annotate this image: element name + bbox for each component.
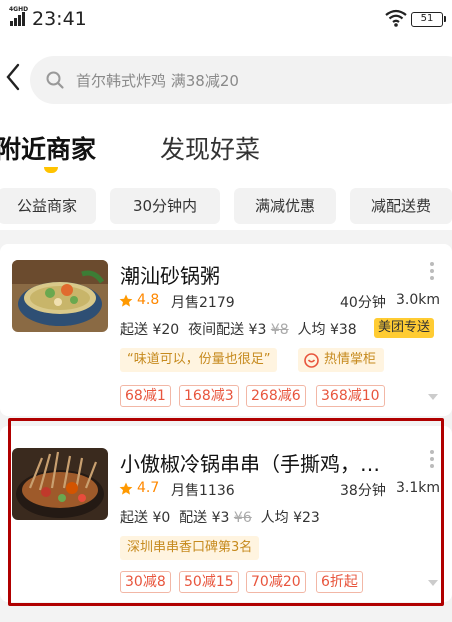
original-delivery-fee: ¥6: [233, 510, 252, 526]
delivery-time: 40分钟: [340, 295, 386, 311]
more-options-icon[interactable]: [428, 262, 436, 282]
tab-active-indicator: [44, 167, 58, 173]
filter-bar: 公益商家 30分钟内 满减优惠 减配送费: [0, 188, 452, 224]
hot-tag: 热情掌柜: [298, 348, 385, 372]
chevron-down-icon[interactable]: [428, 580, 438, 586]
distance: 3.1km: [396, 480, 441, 496]
filter-reduced-delivery[interactable]: 减配送费: [350, 188, 452, 224]
promo-tag: 168减3: [179, 385, 239, 407]
clock: 23:41: [32, 8, 87, 30]
filter-within-30-min[interactable]: 30分钟内: [110, 188, 220, 224]
promo-tag: 50减15: [179, 571, 239, 593]
meituan-delivery-badge: 美团专送: [374, 318, 435, 338]
filter-charity-stores[interactable]: 公益商家: [0, 188, 96, 224]
signal-icon: 4GHD: [9, 6, 28, 26]
search-icon: [46, 71, 64, 89]
filter-discounts[interactable]: 满减优惠: [234, 188, 336, 224]
back-arrow-icon[interactable]: [4, 62, 22, 92]
hot-tag-label: 热情掌柜: [324, 352, 377, 367]
store-name: 潮汕砂锅粥: [120, 264, 220, 288]
delivery-fee: ¥3: [211, 510, 230, 526]
store-thumbnail: [12, 260, 108, 332]
promo-tag: 30减8: [120, 571, 171, 593]
star-icon: [119, 294, 133, 307]
wifi-icon: [385, 9, 407, 27]
chat-icon: [304, 353, 319, 368]
store-name: 小傲椒冷锅串串（手撕鸡，…: [120, 452, 380, 476]
chevron-down-icon[interactable]: [428, 394, 438, 400]
rating: 4.7: [137, 480, 160, 496]
delivery-time: 38分钟: [340, 483, 386, 499]
monthly-sales: 月售1136: [171, 483, 235, 499]
promo-tag: 368减10: [316, 385, 385, 407]
store-thumbnail: [12, 448, 108, 520]
min-order: 起送 ¥20: [120, 322, 180, 338]
distance: 3.0km: [396, 292, 441, 308]
delivery-info: 起送 ¥20 夜间配送 ¥3 ¥8 人均 ¥38: [120, 319, 357, 339]
promo-tag: 6折起: [316, 571, 363, 593]
delivery-fee: ¥3: [248, 322, 267, 338]
rating: 4.8: [137, 292, 160, 308]
store-card[interactable]: 小傲椒冷锅串串（手撕鸡，… 4.7 月售1136 38分钟 3.1km 起送 ¥…: [0, 426, 452, 602]
delivery-info: 起送 ¥0 配送 ¥3 ¥6 人均 ¥23: [120, 507, 320, 527]
delivery-label: 配送: [179, 510, 208, 526]
header: 首尔韩式炸鸡 满38减20 附近商家 发现好菜 公益商家 30分钟内 满减优惠 …: [0, 40, 452, 230]
min-order: 起送 ¥0: [120, 510, 171, 526]
search-input[interactable]: 首尔韩式炸鸡 满38减20: [30, 56, 452, 104]
monthly-sales: 月售2179: [171, 295, 235, 311]
network-type: 4GHD: [9, 6, 29, 13]
battery-icon: 51: [411, 12, 446, 27]
status-bar: 4GHD 23:41 51: [0, 0, 452, 40]
tab-nearby-stores[interactable]: 附近商家: [0, 130, 96, 166]
review-snippet: “味道可以，份量也很足”: [120, 348, 278, 372]
original-delivery-fee: ¥8: [270, 322, 289, 338]
more-options-icon[interactable]: [428, 450, 436, 470]
promo-tag: 70减20: [246, 571, 306, 593]
store-card[interactable]: 潮汕砂锅粥 4.8 月售2179 40分钟 3.0km 起送 ¥20 夜间配送 …: [0, 244, 452, 416]
average-price: 人均 ¥38: [297, 322, 357, 338]
average-price: 人均 ¥23: [260, 510, 320, 526]
promo-tag: 268减6: [246, 385, 306, 407]
delivery-label: 夜间配送: [188, 322, 245, 338]
star-icon: [119, 482, 133, 495]
search-placeholder: 首尔韩式炸鸡 满38减20: [76, 72, 239, 90]
promo-tag: 68减1: [120, 385, 171, 407]
tab-discover-dishes[interactable]: 发现好菜: [160, 130, 260, 166]
ranking-tag: 深圳串串香口碑第3名: [120, 536, 260, 560]
